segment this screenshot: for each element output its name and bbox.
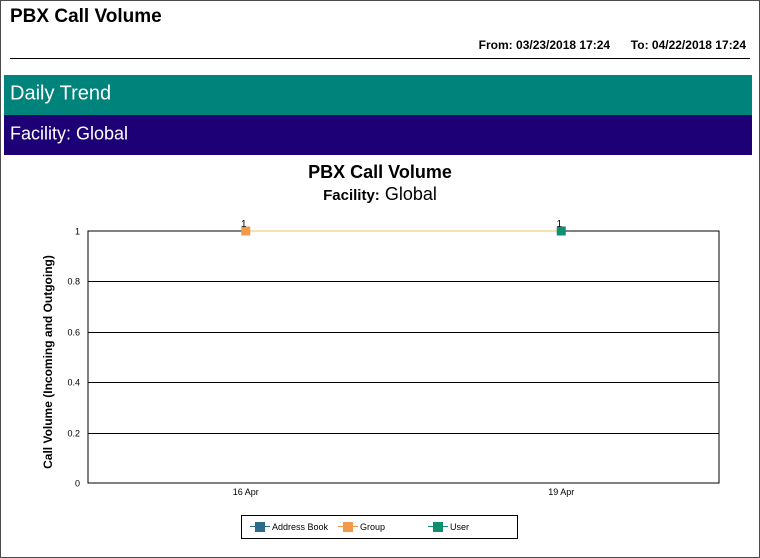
legend-item: Address Book <box>250 516 328 538</box>
legend-swatch <box>428 522 448 532</box>
chart-legend: Address Book Group User <box>241 515 518 539</box>
legend-item: Group <box>338 516 385 538</box>
line-chart: 0 0.2 0.4 0.6 0.8 1 16 Apr 19 Apr Call Volume (I… <box>41 219 720 497</box>
data-label: 1 <box>556 219 562 230</box>
x-tick-label: 16 Apr <box>233 487 259 497</box>
data-label: 1 <box>241 219 247 230</box>
y-tick-label: 0.4 <box>67 378 80 388</box>
y-axis-label: Call Volume (Incoming and Outgoing) <box>41 255 55 469</box>
legend-label: Group <box>360 522 386 532</box>
y-tick-label: 0.8 <box>67 277 80 287</box>
legend-item: User <box>428 516 469 538</box>
y-tick-label: 0.6 <box>67 328 80 338</box>
plot-area <box>87 230 720 484</box>
y-tick-label: 0.2 <box>67 429 80 439</box>
legend-label: Address Book <box>272 522 329 532</box>
legend-label: User <box>450 522 470 532</box>
x-tick-label: 19 Apr <box>548 487 574 497</box>
legend-swatch <box>250 522 270 532</box>
y-tick-label: 0 <box>75 479 80 489</box>
y-tick-label: 1 <box>75 227 80 237</box>
legend-swatch <box>338 522 358 532</box>
